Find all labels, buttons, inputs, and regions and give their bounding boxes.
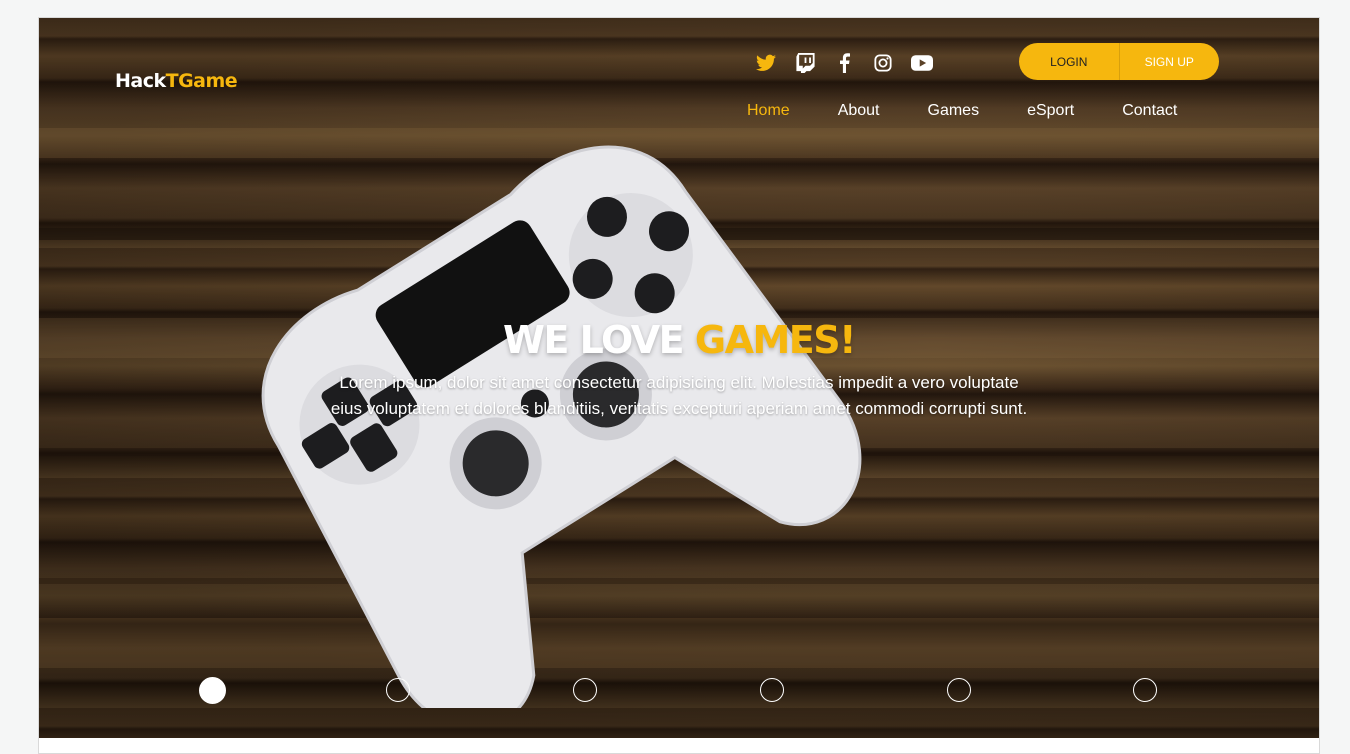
hero-title: WE LOVE GAMES! xyxy=(39,318,1319,362)
site-logo[interactable]: HackTGame xyxy=(115,70,238,92)
instagram-icon[interactable] xyxy=(872,52,894,74)
slider-dot-5[interactable] xyxy=(947,678,971,702)
slider-dots xyxy=(39,677,1319,708)
login-button[interactable]: LOGIN xyxy=(1019,43,1120,80)
nav-item-about[interactable]: About xyxy=(838,102,880,120)
auth-buttons: LOGIN SIGN UP xyxy=(1019,43,1219,80)
slider-dot-2[interactable] xyxy=(386,678,410,702)
logo-main: Hack xyxy=(115,70,166,92)
hero-subtitle: Lorem ipsum, dolor sit amet consectetur … xyxy=(330,373,1028,418)
slider-dot-3[interactable] xyxy=(573,678,597,702)
nav-item-games[interactable]: Games xyxy=(928,102,980,120)
youtube-icon[interactable] xyxy=(911,52,933,74)
slider-dot-1[interactable] xyxy=(199,677,226,704)
hero-title-accent: GAMES! xyxy=(694,318,857,362)
social-links xyxy=(755,52,933,74)
hero-banner: HackTGame LOGIN SIGN UP Home About Games… xyxy=(39,18,1319,738)
page-frame: HackTGame LOGIN SIGN UP Home About Games… xyxy=(38,17,1320,754)
nav-item-home[interactable]: Home xyxy=(747,102,790,120)
slider-dot-6[interactable] xyxy=(1133,678,1157,702)
hero-title-main: WE LOVE xyxy=(503,318,695,362)
facebook-icon[interactable] xyxy=(833,52,855,74)
main-nav: Home About Games eSport Contact xyxy=(747,102,1177,120)
slider-dot-4[interactable] xyxy=(760,678,784,702)
signup-button[interactable]: SIGN UP xyxy=(1120,43,1220,80)
twitch-icon[interactable] xyxy=(794,52,816,74)
nav-item-contact[interactable]: Contact xyxy=(1122,102,1177,120)
twitter-icon[interactable] xyxy=(755,52,777,74)
logo-accent: TGame xyxy=(165,70,238,92)
nav-item-esport[interactable]: eSport xyxy=(1027,102,1074,120)
